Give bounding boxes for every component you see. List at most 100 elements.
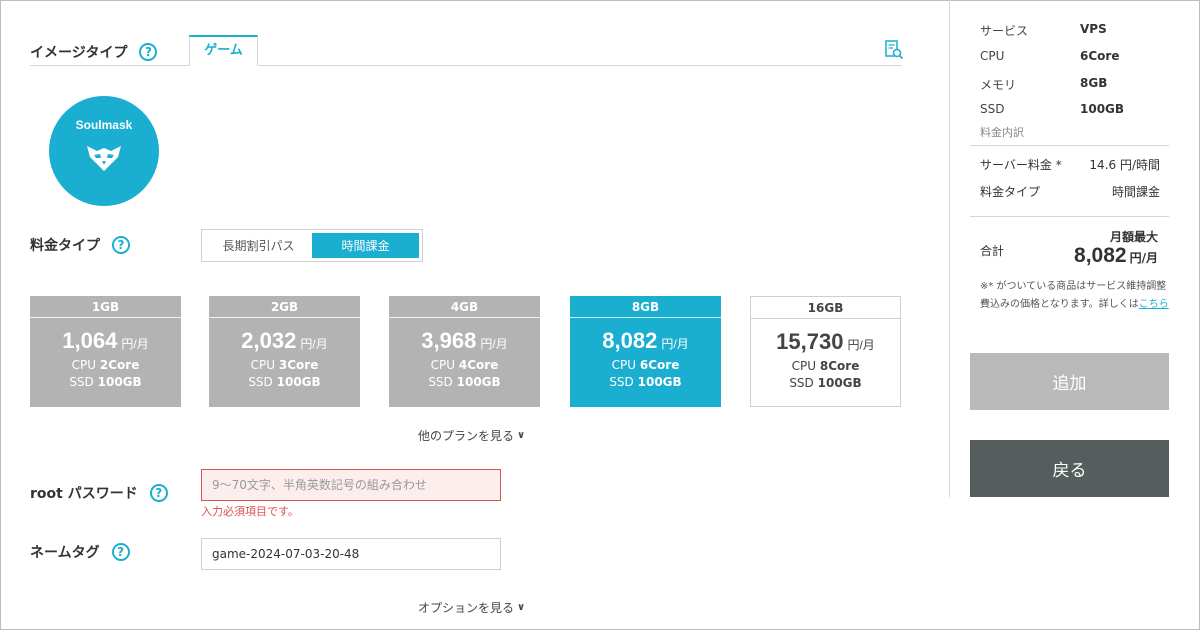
plan-title: 2GB [209,296,360,318]
game-soulmask-option[interactable]: Soulmask [49,96,159,206]
plan-cpu-prefix: CPU [430,358,456,372]
pricing-type-help-icon[interactable]: ? [112,236,130,254]
chevron-down-icon: ∨ [517,602,526,613]
total-max-label: 月額最大 [1109,230,1158,244]
plan-price-unit: 円/月 [300,337,328,351]
price-note-link[interactable]: こちら [1139,299,1169,310]
plan-price: 8,082 [602,328,658,353]
plan-ssd: 100GB [97,375,142,389]
pricing-option-hourly[interactable]: 時間課金 [312,233,419,258]
mask-icon [87,146,121,171]
plan-ssd: 100GB [456,375,501,389]
plan-cpu-prefix: CPU [250,358,276,372]
divider [970,145,1169,146]
plan-card-2gb[interactable]: 2GB 2,032 円/月 CPU 3Core SSD 100GB [209,296,360,407]
order-summary-sidebar: サービス VPS CPU 6Core メモリ 8GB SSD 100GB 料金内… [949,0,1200,497]
total-label: 合計 [980,244,1005,258]
pricing-option-long-term[interactable]: 長期割引パス [205,233,312,258]
options-label: オプションを見る [418,601,515,615]
game-name: Soulmask [75,118,133,132]
name-tag-help-icon[interactable]: ? [111,543,130,561]
summary-ssd-row: SSD 100GB [980,102,1170,116]
plan-card-1gb[interactable]: 1GB 1,064 円/月 CPU 2Core SSD 100GB [30,296,181,407]
name-tag-input[interactable] [201,538,501,570]
summary-memory-row: メモリ 8GB [980,76,1170,93]
more-plans-label: 他のプランを見る [418,429,515,443]
name-tag-row: ネームタグ ? [30,542,130,562]
plan-cpu: 6Core [639,358,680,372]
plan-title: 16GB [751,297,900,319]
main-panel: イメージタイプ ? ゲーム Soulmask 料金タイプ ? 長期割引パス 時間… [0,0,950,630]
summary-service-row: サービス VPS [980,22,1170,39]
plan-price: 15,730 [776,329,844,354]
summary-key: サービス [980,24,1029,38]
add-button[interactable]: 追加 [970,353,1169,410]
chevron-down-icon: ∨ [517,430,526,441]
plan-price-unit: 円/月 [661,337,689,351]
plan-cpu: 2Core [99,358,140,372]
image-type-row: イメージタイプ ? [30,42,158,62]
fee-type-label: 料金タイプ [980,185,1041,199]
plan-ssd-prefix: SSD [69,375,94,389]
fee-type-value: 時間課金 [1111,185,1160,199]
pricing-type-label: 料金タイプ [30,238,100,254]
back-button[interactable]: 戻る [970,440,1169,497]
plan-ssd: 100GB [637,375,682,389]
price-note: ※* がついている商品はサービス維持調整費込みの価格となります。詳しくはこちら [980,278,1170,314]
plan-price-unit: 円/月 [121,337,149,351]
plan-price: 1,064 [62,328,118,353]
root-password-error: 入力必須項目です。 [201,505,299,518]
summary-key: CPU [980,49,1005,63]
tab-divider [30,65,902,66]
options-link[interactable]: オプションを見る ∨ [418,599,525,616]
server-fee-value: 14.6 円/時間 [1089,158,1160,172]
more-plans-link[interactable]: 他のプランを見る ∨ [418,427,525,444]
plan-price-unit: 円/月 [847,338,875,352]
plan-ssd: 100GB [276,375,321,389]
server-fee-row: サーバー料金 * 14.6 円/時間 [980,156,1160,173]
summary-value: 6Core [1080,49,1120,63]
total-price-unit: 円/月 [1129,251,1158,265]
plan-cpu-prefix: CPU [71,358,97,372]
name-tag-label: ネームタグ [30,545,100,561]
summary-value: 100GB [1080,102,1125,116]
fee-type-row: 料金タイプ 時間課金 [980,183,1160,200]
root-password-input[interactable] [201,469,501,501]
summary-value: 8GB [1080,76,1108,90]
image-type-label: イメージタイプ [30,45,128,61]
plan-card-16gb[interactable]: 16GB 15,730 円/月 CPU 8Core SSD 100GB [750,296,901,407]
tab-game[interactable]: ゲーム [189,35,258,66]
image-type-help-icon[interactable]: ? [139,43,158,61]
plan-title: 1GB [30,296,181,318]
server-fee-label: サーバー料金 * [980,158,1062,172]
plan-ssd-prefix: SSD [609,375,634,389]
plan-cpu: 3Core [278,358,319,372]
root-password-label: root パスワード [30,486,138,502]
document-search-icon[interactable] [884,40,904,60]
plan-title: 8GB [570,296,721,318]
summary-key: メモリ [980,78,1017,92]
total-price-value: 8,082 [1074,244,1127,267]
plan-card-4gb[interactable]: 4GB 3,968 円/月 CPU 4Core SSD 100GB [389,296,540,407]
summary-cpu-row: CPU 6Core [980,49,1170,63]
pricing-type-row: 料金タイプ ? [30,235,130,255]
plan-ssd-prefix: SSD [248,375,273,389]
plan-price: 2,032 [241,328,297,353]
fee-breakdown-label: 料金内訳 [980,126,1024,139]
plan-price: 3,968 [421,328,477,353]
plan-ssd: 100GB [817,376,862,390]
plan-cpu: 8Core [819,359,860,373]
plan-card-8gb[interactable]: 8GB 8,082 円/月 CPU 6Core SSD 100GB [570,296,721,407]
plan-title: 4GB [389,296,540,318]
plan-ssd-prefix: SSD [789,376,814,390]
plan-ssd-prefix: SSD [428,375,453,389]
summary-key: SSD [980,102,1005,116]
pricing-toggle: 長期割引パス 時間課金 [201,229,423,262]
summary-value: VPS [1080,22,1107,36]
plan-cpu-prefix: CPU [611,358,637,372]
divider [970,216,1169,217]
total-price: 8,082 円/月 [1074,244,1158,268]
root-password-help-icon[interactable]: ? [149,484,168,502]
plan-price-unit: 円/月 [480,337,508,351]
plan-cpu-prefix: CPU [791,359,817,373]
